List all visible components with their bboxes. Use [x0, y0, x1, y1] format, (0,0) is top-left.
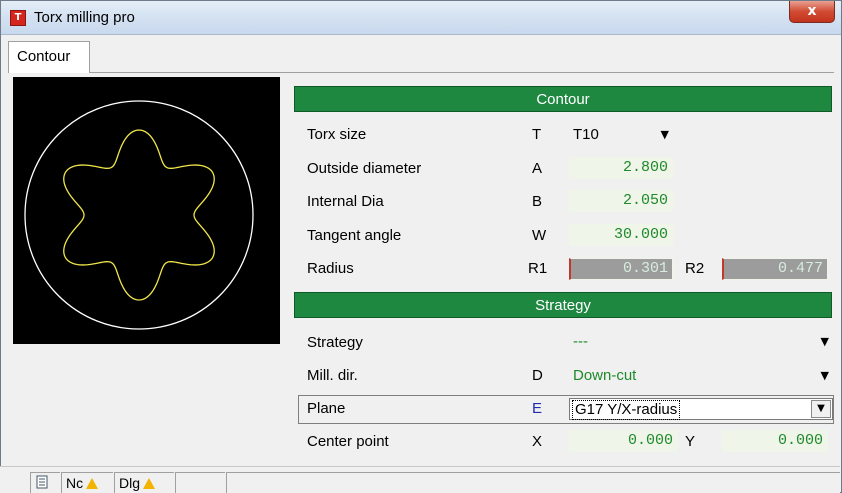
status-bar: Nc Dlg [0, 466, 840, 493]
strategy-value: --- [573, 333, 588, 350]
plane-letter: E [532, 400, 543, 417]
radius-label: Radius [307, 260, 354, 277]
outside-diameter-label: Outside diameter [307, 160, 422, 177]
app-logo-icon: T [10, 10, 26, 26]
radius-r2-field: 0.477 [722, 258, 828, 280]
plane-dropdown[interactable]: G17 Y/X-radius ▼ [569, 398, 833, 420]
chevron-down-icon: ▼ [820, 335, 829, 348]
tangent-angle-label: Tangent angle [307, 227, 402, 244]
window-title: Torx milling pro [34, 9, 135, 26]
strategy-section-header: Strategy [294, 292, 832, 318]
nc-label: Nc [66, 475, 84, 491]
status-message [226, 472, 840, 493]
outside-diameter-letter: A [532, 160, 543, 177]
center-point-x-input[interactable]: 0.000 [569, 430, 678, 452]
contour-section-header: Contour [294, 86, 832, 112]
chevron-down-icon[interactable]: ▼ [811, 400, 831, 418]
outside-diameter-input[interactable]: 2.800 [569, 157, 673, 179]
plane-value: G17 Y/X-radius [572, 400, 681, 420]
warning-icon [143, 478, 156, 489]
tab-strip: Contour [8, 41, 834, 73]
torx-size-letter: T [532, 126, 542, 143]
mill-dir-dropdown[interactable]: Down-cut ▼ [569, 365, 833, 387]
internal-dia-label: Internal Dia [307, 193, 384, 210]
chevron-down-icon: ▼ [820, 369, 829, 382]
mill-dir-label: Mill. dir. [307, 367, 358, 384]
contour-preview [13, 77, 280, 344]
status-cell-empty [175, 472, 225, 493]
radius-r2-label: R2 [685, 260, 705, 277]
center-point-label: Center point [307, 433, 389, 450]
tab-contour[interactable]: Contour [8, 41, 90, 73]
internal-dia-letter: B [532, 193, 543, 210]
internal-dia-input[interactable]: 2.050 [569, 190, 673, 212]
dlg-status[interactable]: Dlg [114, 472, 174, 493]
title-bar[interactable]: T Torx milling pro x [1, 1, 841, 35]
mill-dir-letter: D [532, 367, 543, 384]
document-icon[interactable] [30, 472, 60, 493]
center-point-y-label: Y [685, 433, 696, 450]
strategy-dropdown[interactable]: --- ▼ [569, 331, 833, 353]
dlg-label: Dlg [119, 475, 141, 491]
tangent-angle-letter: W [532, 227, 547, 244]
radius-r1-field: 0.301 [569, 258, 673, 280]
nc-status[interactable]: Nc [61, 472, 113, 493]
close-icon: x [807, 3, 817, 19]
strategy-label: Strategy [307, 334, 363, 351]
plane-label: Plane [307, 400, 346, 417]
torx-size-value: T10 [573, 126, 599, 143]
radius-r1-label: R1 [528, 260, 548, 277]
outside-diameter-circle [24, 100, 254, 330]
center-point-y-input[interactable]: 0.000 [722, 430, 828, 452]
torx-profile [63, 129, 215, 301]
warning-icon [86, 478, 99, 489]
center-point-x-label: X [532, 433, 543, 450]
tangent-angle-input[interactable]: 30.000 [569, 224, 673, 246]
close-button[interactable]: x [789, 1, 835, 23]
mill-dir-value: Down-cut [573, 367, 637, 384]
chevron-down-icon: ▼ [660, 128, 669, 141]
torx-size-label: Torx size [307, 126, 367, 143]
torx-size-dropdown[interactable]: T10 ▼ [569, 124, 673, 146]
